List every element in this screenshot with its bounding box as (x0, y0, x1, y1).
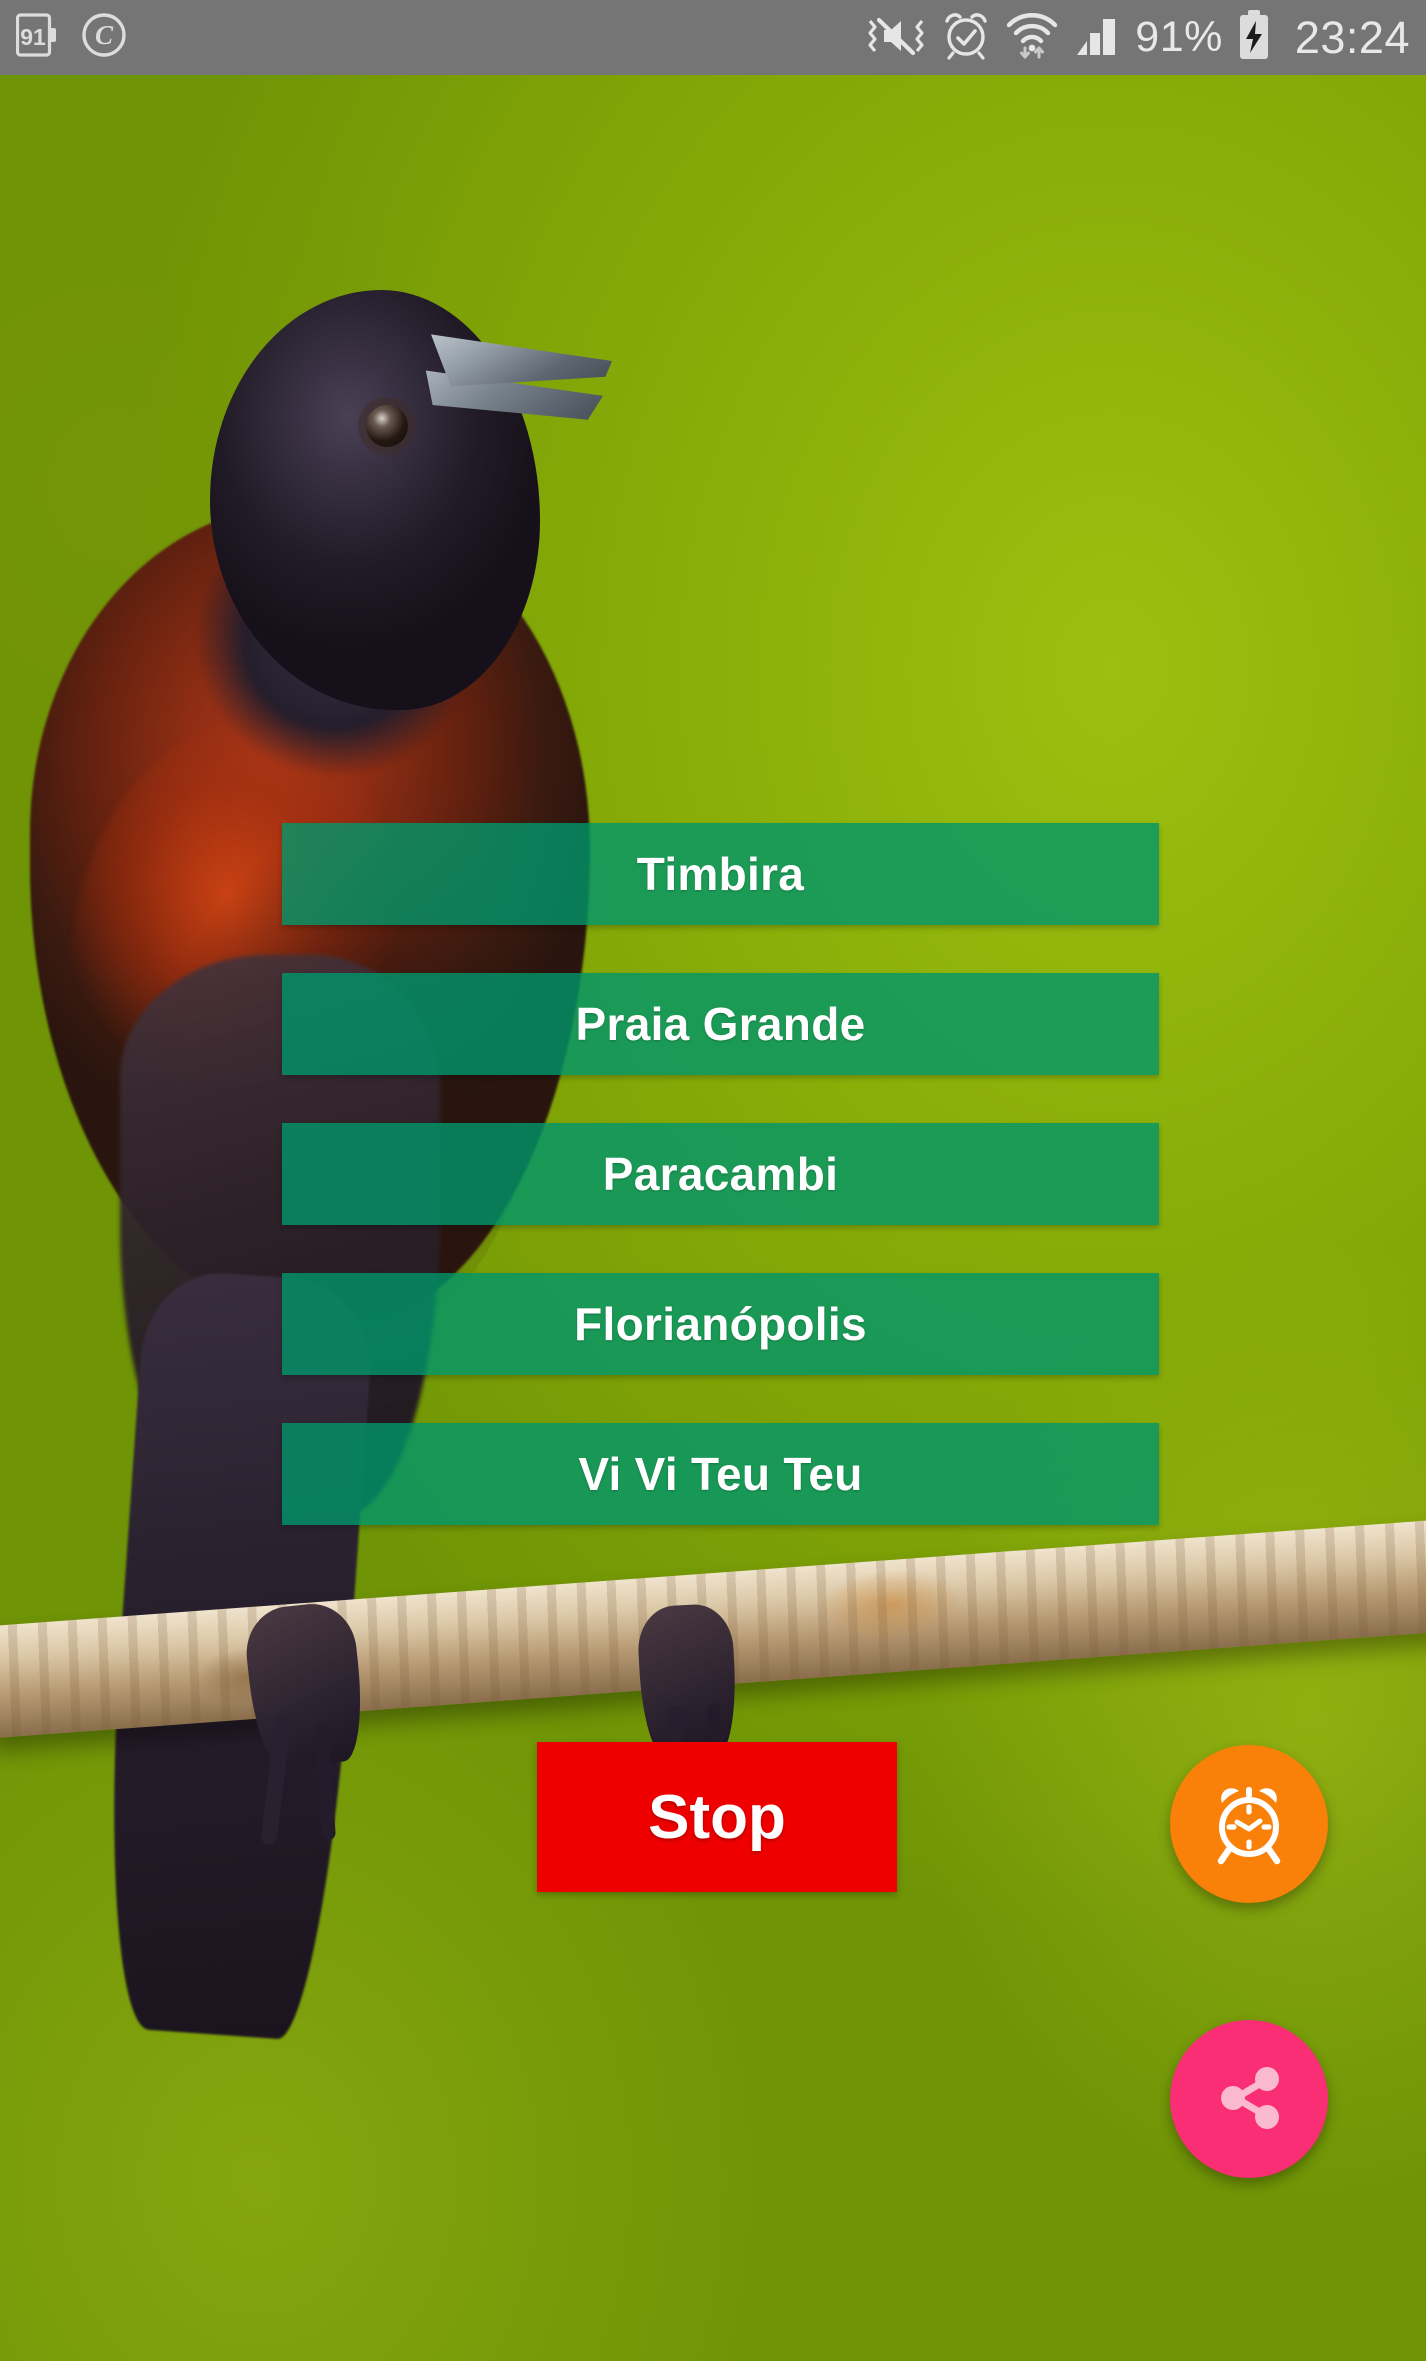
status-bar-right-icons: 91% 23:24 (865, 10, 1410, 65)
share-fab-button[interactable] (1170, 2020, 1328, 2178)
copyright-circle-icon: C (80, 11, 128, 64)
battery-charging-icon (1237, 10, 1271, 65)
svg-text:C: C (95, 20, 114, 50)
sound-button-label: Vi Vi Teu Teu (578, 1448, 863, 1500)
bird-eye (366, 405, 408, 447)
stop-button-label: Stop (648, 1782, 786, 1852)
wifi-transfer-icon (1005, 10, 1059, 65)
alarm-clock-icon (941, 10, 991, 65)
vibrate-mute-icon (865, 11, 927, 64)
sound-button-label: Florianópolis (574, 1298, 867, 1350)
sound-button-praia-grande[interactable]: Praia Grande (282, 973, 1159, 1075)
stop-button[interactable]: Stop (537, 1742, 897, 1892)
sound-button-timbira[interactable]: Timbira (282, 823, 1159, 925)
svg-text:91: 91 (20, 24, 46, 50)
sound-button-label: Praia Grande (575, 998, 866, 1050)
sound-button-paracambi[interactable]: Paracambi (282, 1123, 1159, 1225)
app-main-screen: Timbira Praia Grande Paracambi Florianóp… (0, 75, 1426, 2361)
sound-button-vi-vi-teu-teu[interactable]: Vi Vi Teu Teu (282, 1423, 1159, 1525)
status-clock: 23:24 (1294, 12, 1410, 63)
share-icon (1209, 2058, 1289, 2141)
alarm-fab-button[interactable] (1170, 1745, 1328, 1903)
sound-button-florianopolis[interactable]: Florianópolis (282, 1273, 1159, 1375)
battery-percent-label: 91% (1135, 13, 1223, 61)
status-bar-left-icons: 91 C (15, 11, 128, 64)
cellular-signal-icon (1073, 11, 1121, 64)
sound-button-label: Paracambi (602, 1148, 839, 1200)
status-bar[interactable]: 91 C 91% 23:24 (0, 0, 1426, 75)
sound-button-label: Timbira (636, 848, 805, 900)
bird-foot-right (636, 1602, 739, 1758)
data-saver-91-icon: 91 (15, 12, 58, 63)
sound-button-list: Timbira Praia Grande Paracambi Florianóp… (282, 823, 1159, 1525)
alarm-clock-icon (1206, 1780, 1292, 1869)
